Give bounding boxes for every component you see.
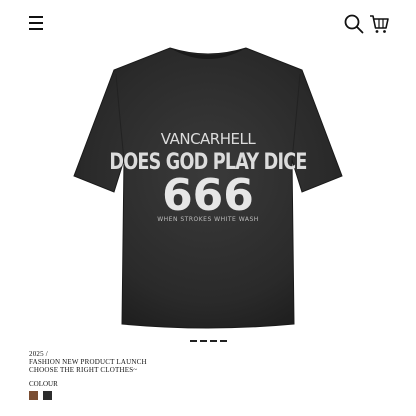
colour-label: COLOUR <box>29 380 58 388</box>
product-image[interactable]: VANCARHELL DOES GOD PLAY DICE 666 WHEN S… <box>70 40 346 330</box>
year-label: 2025 / <box>29 350 48 358</box>
shirt-number-print: 666 <box>162 170 254 221</box>
pager-dot[interactable] <box>220 340 227 342</box>
search-icon[interactable] <box>343 13 365 35</box>
product-info: 2025 / FASHION NEW PRODUCT LAUNCH CHOOSE… <box>29 350 147 374</box>
pager-dot[interactable] <box>190 340 197 342</box>
image-pager <box>190 340 227 342</box>
colour-swatch-black[interactable] <box>43 391 52 400</box>
launch-text: FASHION NEW PRODUCT LAUNCH <box>29 358 147 366</box>
pager-dot[interactable] <box>210 340 217 342</box>
shirt-sub-print: WHEN STROKES WHITE WASH <box>157 216 259 223</box>
shirt-brand-print: VANCARHELL <box>160 130 256 148</box>
hamburger-menu-icon[interactable] <box>27 14 47 32</box>
pager-dot[interactable] <box>200 340 207 342</box>
tagline-text: CHOOSE THE RIGHT CLOTHES~ <box>29 366 138 374</box>
cart-icon[interactable] <box>368 13 390 35</box>
colour-swatch-brown[interactable] <box>29 391 38 400</box>
